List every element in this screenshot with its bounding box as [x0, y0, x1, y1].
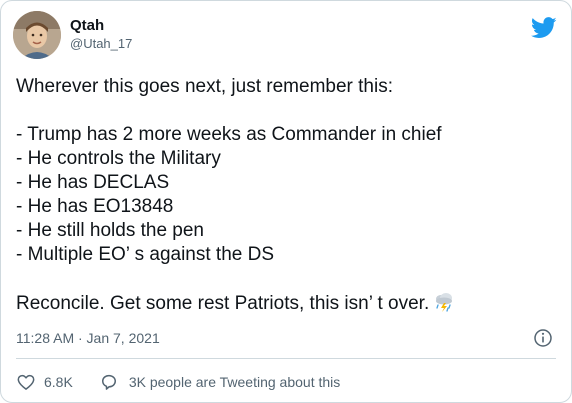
tweet-timestamp[interactable]: 11:28 AM · Jan 7, 2021	[16, 330, 160, 346]
like-button[interactable]: 6.8K	[16, 372, 73, 392]
tweet-text: Wherever this goes next, just remember t…	[16, 75, 556, 316]
point-2: - He controls the Military	[16, 148, 221, 169]
twitter-bird-icon[interactable]	[530, 17, 557, 39]
tweet-card: Qtah @Utah_17 Wherever this goes next, j…	[0, 0, 572, 403]
heart-icon[interactable]	[16, 372, 36, 392]
action-bar: 6.8K 3K people are Tweeting about this	[16, 371, 556, 393]
author-block[interactable]: Qtah @Utah_17	[70, 17, 132, 53]
divider	[16, 358, 556, 359]
avatar[interactable]	[13, 11, 61, 59]
tweet-closing: Reconcile. Get some rest Patriots, this …	[16, 293, 430, 314]
point-6: - Multiple EO’ s against the DS	[16, 244, 275, 265]
point-5: - He still holds the pen	[16, 220, 204, 241]
point-1: - Trump has 2 more weeks as Commander in…	[16, 124, 442, 145]
tweet-closing-line: Reconcile. Get some rest Patriots, this …	[16, 291, 556, 316]
point-4: - He has EO13848	[16, 196, 174, 217]
tweet-header: Qtah @Utah_17	[13, 11, 559, 63]
conversation-label[interactable]: 3K people are Tweeting about this	[129, 374, 340, 390]
timestamp-row: 11:28 AM · Jan 7, 2021	[16, 327, 553, 349]
point-3: - He has DECLAS	[16, 172, 170, 193]
conversation-link[interactable]: 3K people are Tweeting about this	[99, 372, 340, 392]
like-count: 6.8K	[44, 374, 73, 390]
cloud-lightning-rain-emoji	[433, 291, 455, 313]
tweet-intro: Wherever this goes next, just remember t…	[16, 76, 393, 97]
speech-bubble-icon[interactable]	[99, 372, 119, 392]
info-icon[interactable]	[533, 328, 553, 348]
user-handle[interactable]: @Utah_17	[70, 35, 132, 53]
display-name[interactable]: Qtah	[70, 17, 132, 35]
avatar-image	[13, 11, 61, 59]
